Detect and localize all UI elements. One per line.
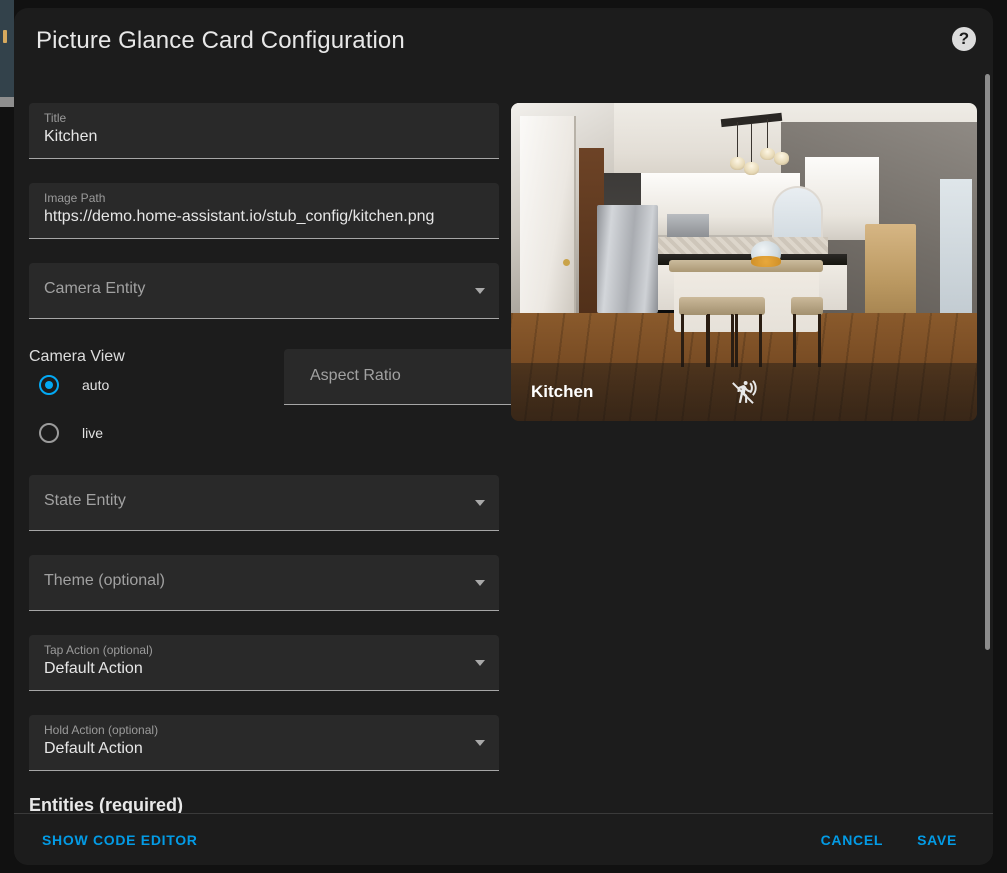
chevron-down-icon — [475, 288, 485, 294]
background-sidebar-sliver — [0, 0, 14, 97]
cancel-button[interactable]: CANCEL — [811, 824, 894, 856]
dialog-scrollbar[interactable] — [985, 74, 990, 650]
state-entity-placeholder: State Entity — [44, 492, 126, 509]
state-entity-select[interactable]: State Entity — [29, 475, 499, 531]
dialog-footer: SHOW CODE EDITOR CANCEL SAVE — [14, 813, 993, 865]
dialog-content: Title Kitchen Image Path https://demo.ho… — [14, 86, 993, 813]
camera-view-radio-live-label: live — [82, 425, 104, 441]
tap-action-value: Default Action — [44, 660, 143, 677]
show-code-editor-button[interactable]: SHOW CODE EDITOR — [32, 824, 208, 856]
page-title: Picture Glance Card Configuration — [36, 27, 405, 54]
tap-action-select[interactable]: Tap Action (optional) Default Action — [29, 635, 499, 691]
image-path-field-label: Image Path — [44, 191, 106, 205]
sidebar-accent-bar — [3, 30, 7, 43]
title-field-value: Kitchen — [44, 128, 98, 145]
title-field[interactable]: Title Kitchen — [29, 103, 499, 159]
camera-view-radio-auto-label: auto — [82, 377, 110, 393]
preview-entity-icons — [511, 379, 977, 405]
dialog-header: Picture Glance Card Configuration ? — [14, 8, 993, 86]
camera-entity-select[interactable]: Camera Entity — [29, 263, 499, 319]
config-form: Title Kitchen Image Path https://demo.ho… — [29, 103, 515, 813]
image-path-field[interactable]: Image Path https://demo.home-assistant.i… — [29, 183, 499, 239]
tap-action-label: Tap Action (optional) — [44, 643, 153, 657]
radio-unselected-icon — [39, 423, 59, 443]
hold-action-select[interactable]: Hold Action (optional) Default Action — [29, 715, 499, 771]
camera-entity-placeholder: Camera Entity — [44, 280, 146, 297]
chevron-down-icon — [475, 660, 485, 666]
help-circle-icon[interactable]: ? — [952, 27, 976, 51]
radio-selected-icon — [39, 375, 59, 395]
hold-action-label: Hold Action (optional) — [44, 723, 159, 737]
aspect-ratio-field[interactable]: Aspect Ratio — [284, 349, 514, 405]
save-button[interactable]: SAVE — [907, 824, 967, 856]
camera-view-group: Camera View auto live Aspect Ratio — [29, 343, 514, 455]
chevron-down-icon — [475, 740, 485, 746]
background-topbar-sliver — [0, 97, 14, 107]
hold-action-value: Default Action — [44, 740, 143, 757]
preview-overlay-bar: Kitchen — [511, 363, 977, 421]
chevron-down-icon — [475, 500, 485, 506]
camera-view-legend: Camera View — [29, 348, 125, 365]
theme-placeholder: Theme (optional) — [44, 572, 165, 589]
title-field-label: Title — [44, 111, 67, 125]
motion-sensor-off-icon[interactable] — [731, 379, 757, 405]
chevron-down-icon — [475, 580, 485, 586]
aspect-ratio-placeholder: Aspect Ratio — [310, 367, 401, 384]
theme-select[interactable]: Theme (optional) — [29, 555, 499, 611]
image-path-field-value: https://demo.home-assistant.io/stub_conf… — [44, 208, 435, 225]
camera-view-radio-live[interactable]: live — [39, 423, 103, 443]
camera-view-radio-auto[interactable]: auto — [39, 375, 109, 395]
entities-section-heading: Entities (required) — [29, 795, 184, 813]
card-configuration-dialog: Picture Glance Card Configuration ? Titl… — [14, 8, 993, 865]
card-preview[interactable]: Kitchen — [511, 103, 977, 421]
